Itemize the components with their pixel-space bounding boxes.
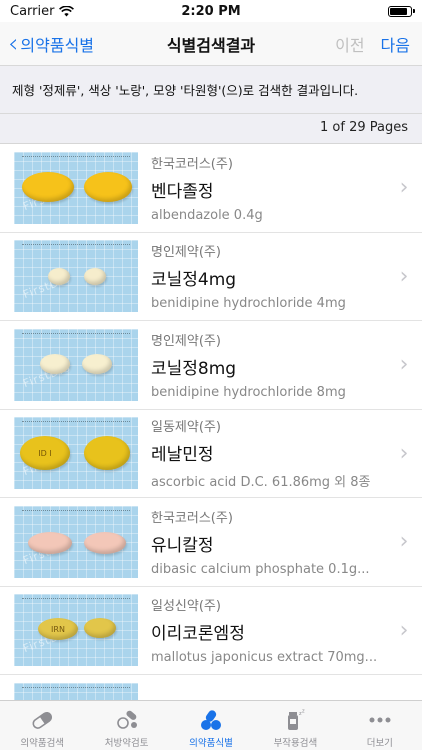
wifi-icon: [59, 5, 75, 16]
capsule-icon: [28, 707, 56, 733]
result-row[interactable]: FirstDIS 명인제약(주) 코닐정8mg benidipine hydrochl…: [0, 321, 422, 410]
result-row[interactable]: FirstDIS 명인제약(주) 코닐정4mg benidipine hydrochl…: [0, 233, 422, 321]
result-row[interactable]: FirstDIS 한국코러스(주) 유니칼정 dibasic calcium phos…: [0, 498, 422, 587]
manufacturer-label: 일동제약(주): [151, 420, 221, 436]
pill-back: [82, 353, 112, 374]
ruler-scale: [22, 598, 130, 604]
clock: 2:20 PM: [181, 3, 241, 19]
manufacturer-label: 한국코러스(주): [151, 156, 233, 172]
result-row[interactable]: FirstDIS IRN 일성신약(주) 이리코론엠정 mallotus japonic…: [0, 587, 422, 675]
ingredient-label: benidipine hydrochloride 8mg: [151, 384, 346, 400]
tab-more[interactable]: 더보기: [338, 701, 422, 750]
tab-pills-identify[interactable]: 의약품식별: [169, 701, 253, 750]
result-texts: 일성신약(주) 이리코론엠정 mallotus japonicus extract …: [151, 595, 390, 665]
ingredient-label: albendazole 0.4g: [151, 207, 263, 223]
ruler-scale: [22, 155, 130, 162]
manufacturer-label: 한국코러스(주): [151, 510, 233, 526]
pill-image: FirstDISID I: [14, 417, 138, 490]
page-title: 식별검색결과: [166, 35, 256, 55]
result-texts: 한국코러스(주) 벤다졸정 albendazole 0.4g: [151, 153, 390, 223]
chevron-right-icon: ›: [399, 617, 409, 643]
ingredient-label: benidipine hydrochloride 4mg: [151, 296, 346, 312]
chevron-left-icon: ‹: [8, 28, 19, 59]
results-list[interactable]: FirstDIS한국코러스(주)벤다졸정albendazole 0.4g›Fir…: [0, 144, 422, 700]
tab-label: 부작용검색: [273, 738, 318, 749]
ruler-scale: [22, 244, 130, 250]
result-row[interactable]: FirstDIS구주제약(주): [0, 675, 422, 700]
pill-back: [84, 531, 126, 554]
ingredient-label: ascorbic acid D.C. 61.86mg 외 8종: [151, 475, 371, 491]
chevron-right-icon: ›: [399, 263, 409, 289]
navigation-bar: ‹ 의약품식별 식별검색결과 이전 다음: [0, 22, 422, 66]
chevron-right-icon: ›: [399, 529, 409, 555]
pill-image: FirstDIS IRN: [14, 594, 138, 667]
pill-back: [84, 618, 116, 639]
manufacturer-label: 명인제약(주): [151, 333, 221, 349]
pill-front: [22, 171, 74, 202]
page-indicator: 1 of 29 Pages: [0, 114, 422, 144]
tab-label: 처방약검토: [104, 738, 149, 749]
tab-label: 더보기: [366, 738, 393, 749]
ingredient-label: mallotus japonicus extract 70mg...: [151, 650, 378, 666]
drug-name: 이리코론엠정: [151, 624, 245, 645]
pill-back: [84, 268, 106, 286]
drug-name: 유니칼정: [151, 535, 214, 556]
result-row[interactable]: FirstDISID I 일동제약(주) 레날민정 ascorbic acid D.C…: [0, 410, 422, 498]
search-criteria-message: 제형 '정제류', 색상 '노랑', 모양 '타원형'(으)로 검색한 결과입니…: [0, 66, 422, 114]
tab-bottle-zzz[interactable]: z z 부작용검색: [253, 701, 337, 750]
tab-label: 의약품식별: [189, 738, 233, 749]
pills-check-icon: [113, 707, 141, 733]
pill-front: [28, 531, 72, 554]
svg-text:z: z: [302, 709, 305, 715]
chevron-right-icon: ›: [399, 352, 409, 378]
pill-image: FirstDIS: [14, 682, 138, 700]
manufacturer-label: 일성신약(주): [151, 599, 221, 615]
pill-image: FirstDIS: [14, 240, 138, 313]
result-row[interactable]: FirstDIS 한국코러스(주) 벤다졸정 albendazole 0.4g ›: [0, 144, 422, 233]
ruler-scale: [22, 332, 130, 339]
ruler-scale: [22, 509, 130, 516]
previous-page-button[interactable]: 이전: [335, 32, 364, 56]
pill-image: FirstDIS: [14, 151, 138, 224]
pill-front: [40, 353, 70, 374]
status-bar: Carrier 2:20 PM: [0, 0, 422, 22]
tab-pills-check[interactable]: 처방약검토: [84, 701, 168, 750]
manufacturer-label: 명인제약(주): [151, 245, 221, 261]
result-texts: 한국코러스(주) 유니칼정 dibasic calcium phosphate 0.…: [151, 507, 390, 577]
result-texts: 일동제약(주) 레날민정 ascorbic acid D.C. 61.86mg 외 …: [151, 416, 390, 490]
pills-identify-icon: [197, 707, 225, 733]
back-button[interactable]: ‹ 의약품식별: [0, 31, 130, 57]
pill-back: [84, 171, 132, 202]
drug-name: 코닐정8mg: [151, 358, 237, 379]
more-icon: [366, 707, 394, 733]
ingredient-label: dibasic calcium phosphate 0.1g...: [151, 561, 370, 577]
tab-capsule[interactable]: 의약품검색: [0, 701, 84, 750]
result-texts: 명인제약(주) 코닐정4mg benidipine hydrochloride 4m…: [151, 241, 390, 311]
bottle-zzz-icon: zz: [281, 707, 309, 733]
drug-name: 코닐정4mg: [151, 270, 237, 291]
tab-label: 의약품검색: [20, 738, 65, 749]
drug-name: 벤다졸정: [151, 181, 214, 202]
pill-back: [84, 436, 130, 471]
result-texts: 명인제약(주) 코닐정8mg benidipine hydrochloride 8m…: [151, 330, 390, 400]
battery-icon: [388, 5, 415, 17]
pill-front: ID I: [20, 436, 70, 471]
back-label: 의약품식별: [20, 35, 95, 55]
ruler-scale: [22, 421, 130, 427]
ruler-scale: [22, 686, 130, 693]
drug-name: 레날민정: [151, 445, 214, 466]
carrier-label: Carrier: [10, 3, 55, 19]
tab-bar: 의약품검색 처방약검토 의약품식별 z z 부작용검색 더보기: [0, 700, 422, 750]
pill-image: FirstDIS: [14, 328, 138, 401]
next-page-button[interactable]: 다음: [381, 32, 410, 56]
chevron-right-icon: ›: [399, 440, 409, 466]
chevron-right-icon: ›: [399, 175, 409, 201]
pill-image: FirstDIS: [14, 505, 138, 578]
